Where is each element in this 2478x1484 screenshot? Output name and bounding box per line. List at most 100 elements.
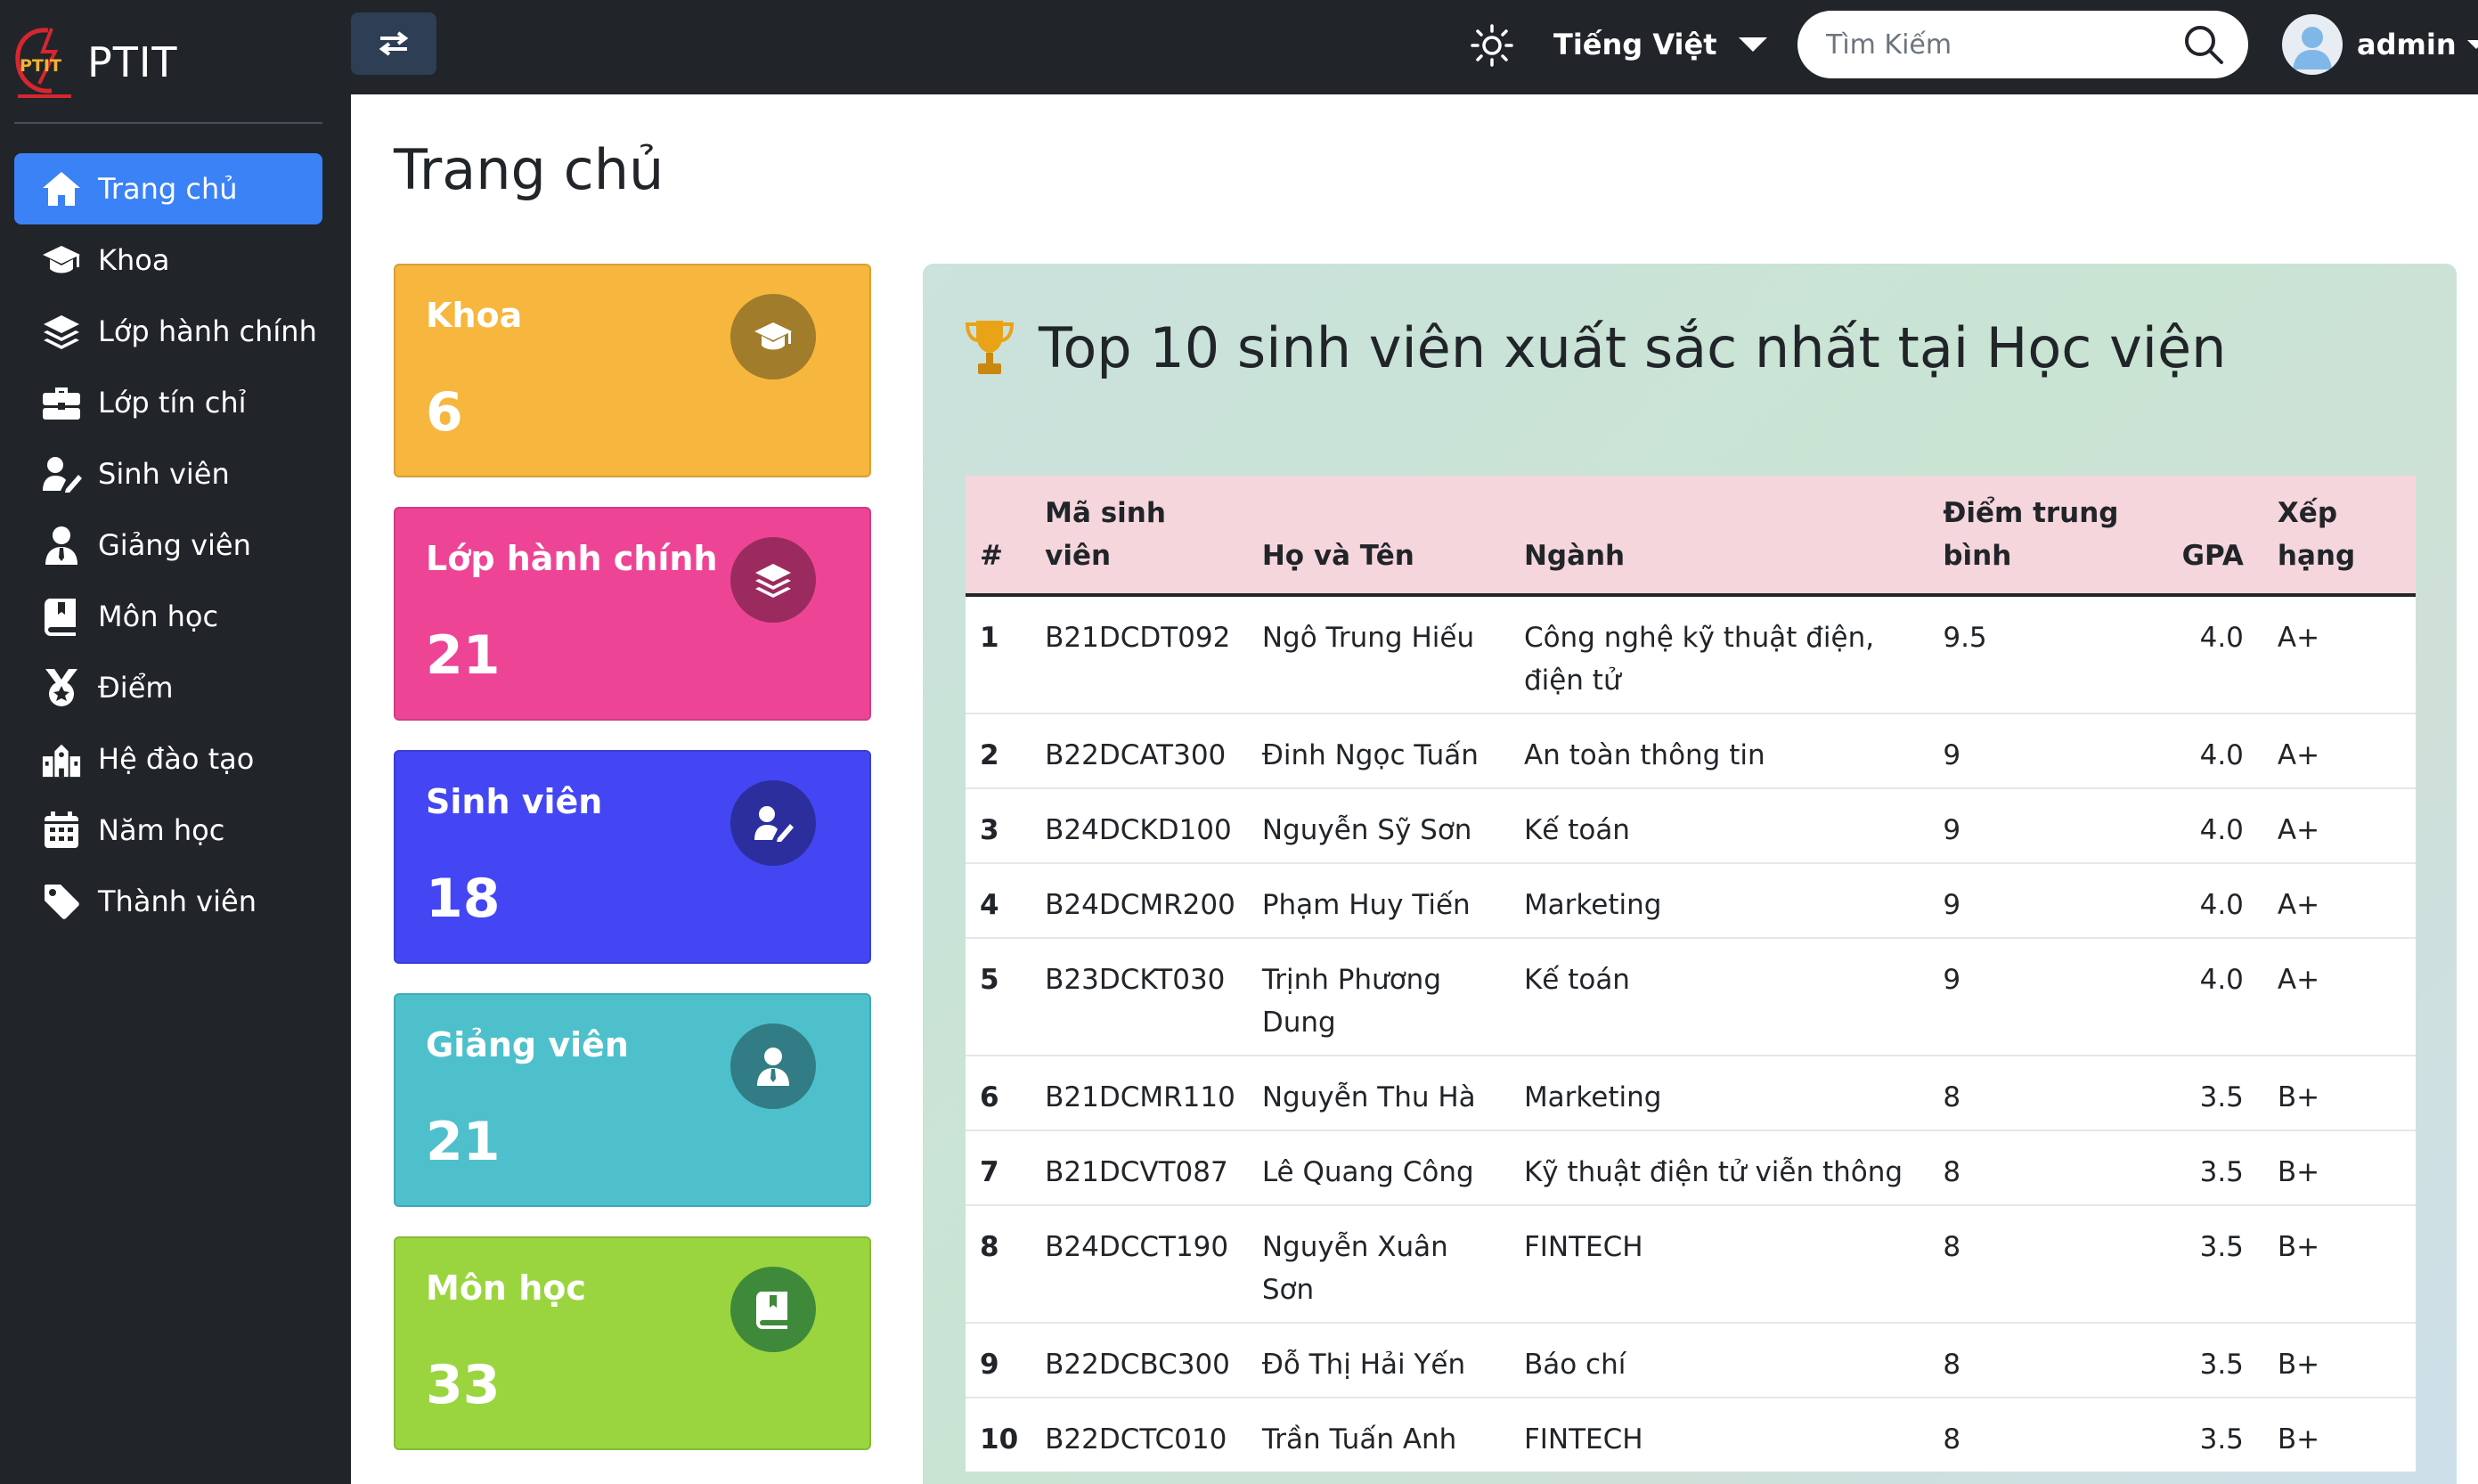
cell-gpa: 4.0 — [2167, 788, 2263, 864]
cell-major: Kế toán — [1509, 788, 1929, 864]
search-icon[interactable] — [2182, 23, 2225, 66]
stat-card-sinh-vien[interactable]: Sinh viên 18 — [394, 750, 871, 964]
sun-icon[interactable] — [1470, 23, 1514, 68]
stat-card-mon-hoc[interactable]: Môn học 33 — [394, 1236, 871, 1450]
home-icon — [41, 168, 82, 209]
sidebar-item-label: Khoa — [98, 243, 170, 277]
sidebar-item-he-dao-tao[interactable]: Hệ đào tạo — [14, 723, 322, 795]
user-edit-icon — [730, 780, 816, 866]
table-row[interactable]: 5 B23DCKT030 Trịnh Phương Dung Kế toán 9… — [966, 938, 2416, 1056]
table-row[interactable]: 7 B21DCVT087 Lê Quang Công Kỹ thuật điện… — [966, 1130, 2416, 1206]
cell-average-score: 8 — [1928, 1056, 2168, 1131]
sidebar-item-nam-hoc[interactable]: Năm học — [14, 795, 322, 866]
cell-rank: 10 — [980, 1423, 1019, 1455]
table-row[interactable]: 2 B22DCAT300 Đinh Ngọc Tuấn An toàn thôn… — [966, 713, 2416, 789]
column-header-major[interactable]: Ngành — [1509, 476, 1929, 597]
cell-rank: 6 — [966, 1056, 1031, 1131]
table-row[interactable]: 4 B24DCMR200 Phạm Huy Tiến Marketing 9 4… — [966, 863, 2416, 939]
cell-student-id: B21DCMR110 — [1031, 1056, 1248, 1131]
calendar-icon — [41, 810, 82, 851]
trophy-icon — [965, 320, 1015, 374]
cell-grade: B+ — [2277, 1423, 2320, 1455]
svg-text:PTIT: PTIT — [20, 56, 61, 76]
table-row[interactable]: 10 B22DCTC010 Trần Tuấn Anh FINTECH 8 3.… — [966, 1398, 2416, 1472]
graduation-cap-icon — [41, 240, 82, 281]
sidebar-item-sinh-vien[interactable]: Sinh viên — [14, 438, 322, 510]
sidebar-toggle-button[interactable] — [351, 12, 436, 75]
cell-major: Kỹ thuật điện tử viễn thông — [1509, 1130, 1929, 1206]
cell-student-id: B23DCKT030 — [1031, 938, 1248, 1056]
page-title: Trang chủ — [394, 137, 664, 202]
cell-student-id: B22DCAT300 — [1031, 713, 1248, 789]
cell-name: Trịnh Phương Dung — [1247, 938, 1510, 1056]
cell-student-id: B24DCKD100 — [1031, 788, 1248, 864]
stat-card-giang-vien[interactable]: Giảng viên 21 — [394, 993, 871, 1207]
language-label: Tiếng Việt — [1553, 28, 1717, 61]
cell-average-score: 8 — [1928, 1205, 2168, 1324]
cell-grade: A+ — [2262, 863, 2416, 939]
stat-card-label: Lớp hành chính — [426, 539, 718, 578]
cell-rank: 4 — [966, 863, 1031, 939]
user-menu[interactable]: admin — [2282, 11, 2478, 78]
stat-card-khoa[interactable]: Khoa 6 — [394, 264, 871, 477]
sidebar-item-trang-chu[interactable]: Trang chủ — [14, 153, 322, 224]
column-header-gpa[interactable]: GPA — [2167, 476, 2263, 597]
cell-name: Lê Quang Công — [1247, 1130, 1510, 1206]
sidebar-divider — [14, 122, 322, 124]
stat-card-label: Khoa — [426, 296, 523, 335]
cell-major: Công nghệ kỹ thuật điện, điện tử — [1509, 595, 1929, 714]
cell-gpa: 4.0 — [2167, 863, 2263, 939]
cell-grade: B+ — [2262, 1323, 2416, 1398]
stat-card-value: 33 — [426, 1354, 501, 1416]
column-header-name[interactable]: Họ và Tên — [1247, 476, 1510, 597]
column-header-student-id[interactable]: Mã sinh viên — [1031, 476, 1248, 597]
cell-average-score: 9.5 — [1928, 595, 2168, 714]
book-icon — [730, 1267, 816, 1352]
cell-gpa: 4.0 — [2167, 713, 2263, 789]
table-row[interactable]: 8 B24DCCT190 Nguyễn Xuân Sơn FINTECH 8 3… — [966, 1205, 2416, 1324]
cell-rank: 3 — [966, 788, 1031, 864]
brand[interactable]: PTIT PTIT — [12, 18, 333, 107]
sidebar-item-lop-hanh-chinh[interactable]: Lớp hành chính — [14, 296, 322, 367]
cell-gpa: 3.5 — [2167, 1323, 2263, 1398]
cell-average-score: 8 — [1928, 1323, 2168, 1398]
cell-name: Nguyễn Xuân Sơn — [1247, 1205, 1510, 1324]
stat-card-value: 21 — [426, 1111, 501, 1173]
table-row[interactable]: 1 B21DCDT092 Ngô Trung Hiếu Công nghệ kỹ… — [966, 595, 2416, 714]
stat-card-lop-hanh-chinh[interactable]: Lớp hành chính 21 — [394, 507, 871, 721]
table-header-row: # Mã sinh viên Họ và Tên Ngành Điểm trun… — [966, 476, 2416, 597]
column-header-average-score[interactable]: Điểm trung bình — [1928, 476, 2168, 597]
cell-major: FINTECH — [1509, 1205, 1929, 1324]
swap-arrows-icon — [379, 31, 409, 56]
sidebar-item-khoa[interactable]: Khoa — [14, 224, 322, 296]
sidebar-item-label: Lớp tín chỉ — [98, 386, 247, 420]
sidebar-item-mon-hoc[interactable]: Môn học — [14, 581, 322, 652]
sidebar-item-label: Trang chủ — [98, 172, 238, 206]
stat-card-value: 6 — [426, 381, 463, 444]
table-row[interactable]: 6 B21DCMR110 Nguyễn Thu Hà Marketing 8 3… — [966, 1056, 2416, 1131]
briefcase-icon — [41, 382, 82, 423]
sidebar-item-thanh-vien[interactable]: Thành viên — [14, 866, 322, 937]
sidebar-item-label: Lớp hành chính — [98, 314, 317, 348]
cell-name: Đỗ Thị Hải Yến — [1247, 1323, 1510, 1398]
search-input[interactable] — [1826, 29, 2164, 61]
cell-student-id: B22DCBC300 — [1031, 1323, 1248, 1398]
user-edit-icon — [41, 453, 82, 494]
table-row[interactable]: 9 B22DCBC300 Đỗ Thị Hải Yến Báo chí 8 3.… — [966, 1323, 2416, 1398]
cell-grade: B+ — [2262, 1130, 2416, 1206]
sidebar-item-label: Năm học — [98, 813, 225, 847]
language-dropdown[interactable]: Tiếng Việt — [1553, 20, 1767, 69]
cell-grade: A+ — [2262, 713, 2416, 789]
column-header-rank-grade[interactable]: Xếp hạng — [2262, 476, 2416, 597]
cell-grade: A+ — [2262, 595, 2416, 714]
table-row[interactable]: 3 B24DCKD100 Nguyễn Sỹ Sơn Kế toán 9 4.0… — [966, 788, 2416, 864]
cell-name: Phạm Huy Tiến — [1247, 863, 1510, 939]
column-header-rank[interactable]: # — [966, 476, 1031, 597]
sidebar-item-giang-vien[interactable]: Giảng viên — [14, 510, 322, 581]
caret-down-icon — [2466, 40, 2478, 49]
sidebar-item-diem[interactable]: Điểm — [14, 652, 322, 723]
cell-average-score: 9 — [1928, 863, 2168, 939]
sidebar-item-label: Sinh viên — [98, 457, 230, 491]
sidebar-item-lop-tin-chi[interactable]: Lớp tín chỉ — [14, 367, 322, 438]
cell-grade: A+ — [2262, 788, 2416, 864]
